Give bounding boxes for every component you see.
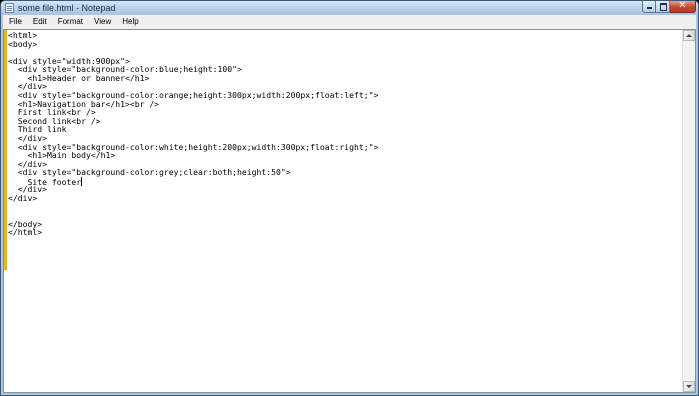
menu-bar: File Edit Format View Help xyxy=(3,15,696,30)
code-line-text: <body> xyxy=(8,38,38,49)
code-line: Second link<br /> xyxy=(8,116,681,126)
arrow-up-icon xyxy=(686,34,692,37)
code-line: Third link xyxy=(8,125,681,134)
menu-view[interactable]: View xyxy=(88,15,116,29)
code-line: <body> xyxy=(8,38,681,49)
code-line: First link<br /> xyxy=(8,108,681,117)
edit-margin-marker xyxy=(4,30,7,270)
title-bar[interactable]: some file.html - Notepad ✕ xyxy=(1,1,698,15)
text-editor[interactable]: <html> <body> <div style="width:900px"> <d… xyxy=(3,29,696,393)
code-line: <html> xyxy=(8,31,681,40)
code-line: </div> xyxy=(8,194,681,203)
code-line-text: </html> xyxy=(8,227,43,238)
code-line: <h1>Header or banner</h1> xyxy=(8,74,681,83)
menu-file[interactable]: File xyxy=(3,15,27,29)
code-line-text: </div> xyxy=(8,192,38,203)
code-line: </div> xyxy=(8,185,681,194)
editor-content[interactable]: <html> <body> <div style="width:900px"> <d… xyxy=(8,31,681,237)
close-button[interactable]: ✕ xyxy=(670,1,696,13)
scroll-up-button[interactable] xyxy=(683,30,695,41)
maximize-button[interactable] xyxy=(656,1,670,13)
menu-help[interactable]: Help xyxy=(116,15,143,29)
menu-format[interactable]: Format xyxy=(52,15,88,29)
vertical-scrollbar[interactable] xyxy=(682,30,695,392)
code-line: <h1>Navigation bar</h1><br /> xyxy=(8,99,681,109)
notepad-icon[interactable] xyxy=(5,3,14,13)
code-line: </html> xyxy=(8,228,681,237)
code-line: <div style="background-color:grey;clear:… xyxy=(8,168,681,177)
scroll-down-button[interactable] xyxy=(683,381,695,392)
minimize-icon xyxy=(647,7,652,9)
minimize-button[interactable] xyxy=(642,1,656,13)
code-line-text: <div style="background-color:grey;clear:… xyxy=(8,167,291,178)
text-caret xyxy=(81,176,83,186)
menu-edit[interactable]: Edit xyxy=(27,15,52,29)
maximize-icon xyxy=(660,3,667,11)
caption-buttons: ✕ xyxy=(642,1,696,14)
code-line: Site footer xyxy=(8,176,681,186)
code-line: <h1>Main body</h1> xyxy=(8,151,681,160)
arrow-down-icon xyxy=(686,385,692,388)
window-title: some file.html - Notepad xyxy=(18,3,116,13)
code-line: </body> xyxy=(8,219,681,229)
close-icon: ✕ xyxy=(678,0,687,11)
notepad-window: some file.html - Notepad ✕ File Edit For… xyxy=(0,0,699,396)
